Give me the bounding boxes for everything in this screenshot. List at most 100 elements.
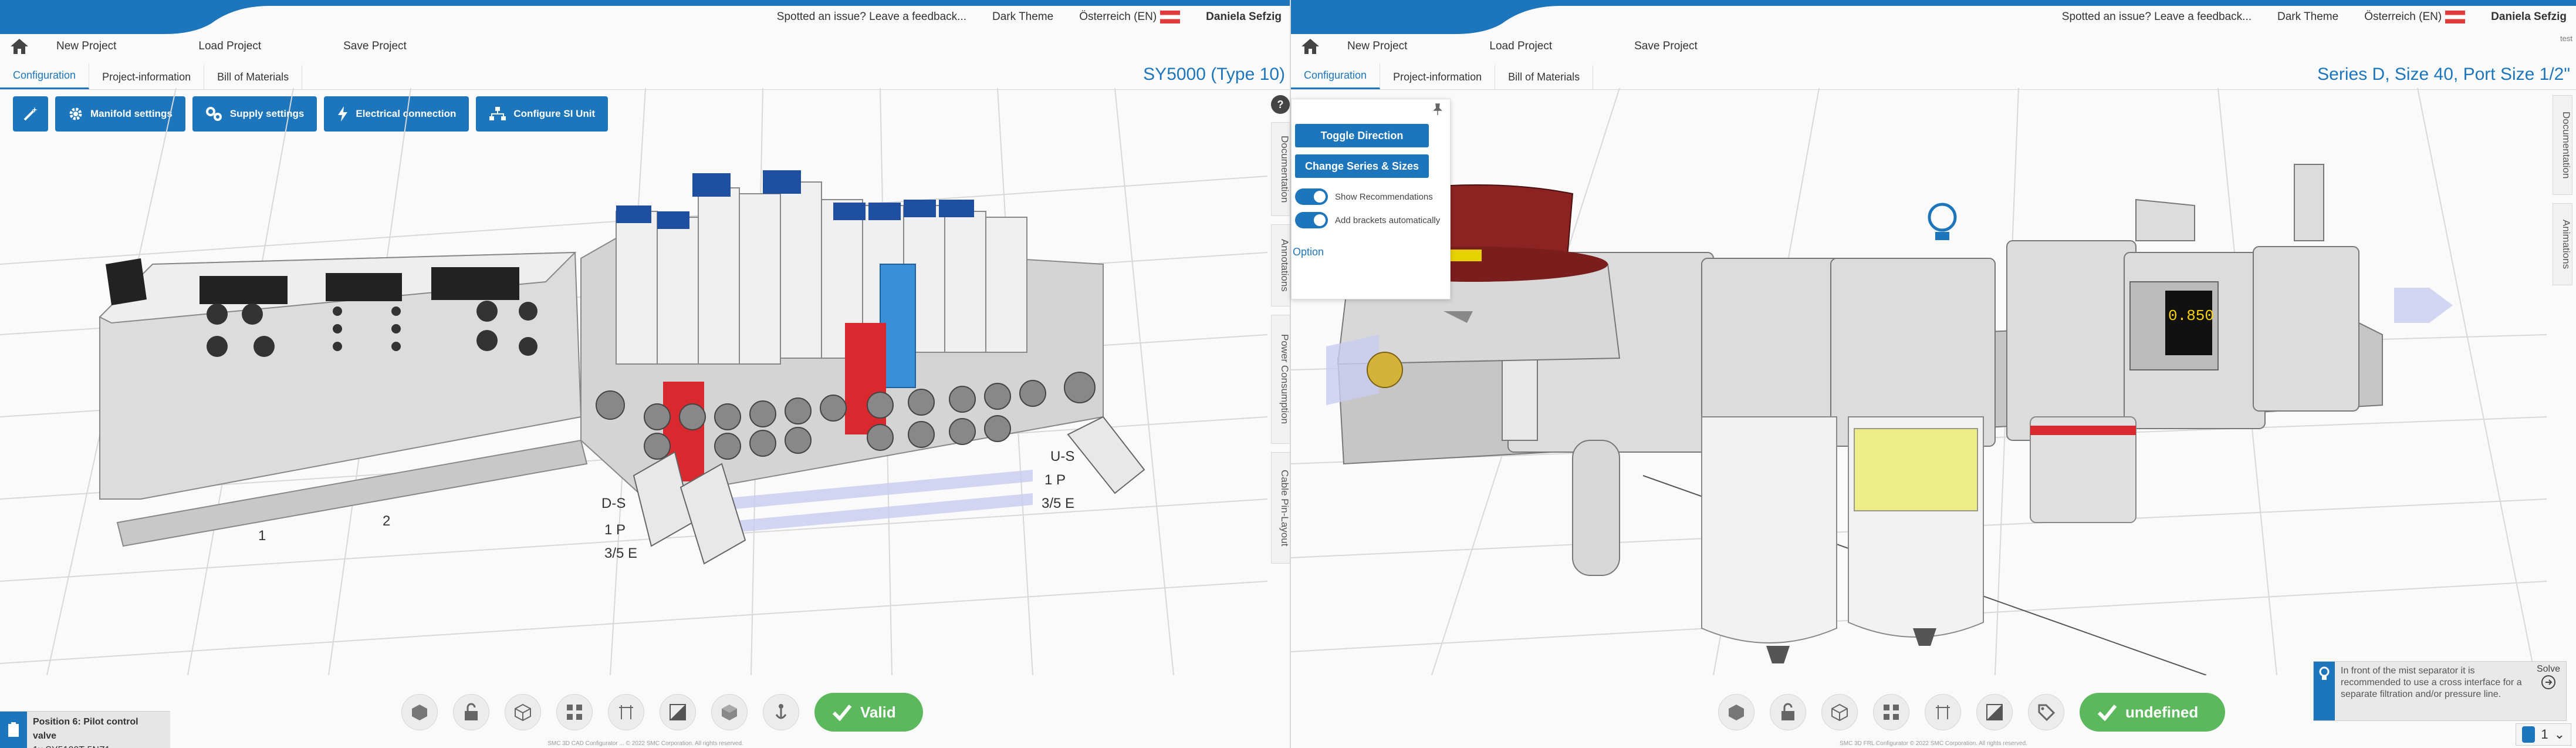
new-project-button[interactable]: New Project bbox=[1347, 40, 1407, 53]
left-configurator-pane: Spotted an issue? Leave a feedback... Da… bbox=[0, 0, 1291, 748]
validation-status-button[interactable]: undefined bbox=[2080, 693, 2226, 732]
tab-project-information[interactable]: Project-information bbox=[1380, 65, 1496, 89]
dimension-icon[interactable] bbox=[608, 694, 644, 730]
left-side-tabs: ? Documentation Annotations Power Consum… bbox=[1271, 95, 1291, 564]
show-recommendations-toggle[interactable] bbox=[1295, 188, 1328, 205]
project-menu-bar: New Project Load Project Save Project bbox=[0, 32, 1291, 61]
home-icon[interactable] bbox=[6, 35, 33, 58]
options-panel: Toggle Direction Change Series & Sizes S… bbox=[1291, 99, 1451, 299]
side-tab-cable-pin-layout[interactable]: Cable Pin-Layout bbox=[1271, 452, 1291, 564]
right-configurator-pane: Spotted an issue? Leave a feedback... Da… bbox=[1291, 0, 2576, 748]
side-tab-documentation[interactable]: Documentation bbox=[1271, 122, 1291, 216]
side-tab-animations[interactable]: Animations bbox=[2553, 203, 2572, 285]
pin-icon[interactable] bbox=[1431, 103, 1444, 116]
user-name[interactable]: Daniela Sefzig bbox=[2491, 11, 2567, 23]
theme-toggle[interactable]: Dark Theme bbox=[2277, 11, 2338, 23]
language-selector[interactable]: Österreich (EN) bbox=[1079, 10, 1181, 23]
tab-project-information[interactable]: Project-information bbox=[89, 65, 205, 89]
unlock-icon[interactable] bbox=[453, 694, 489, 730]
wireframe-cube-icon[interactable] bbox=[505, 694, 541, 730]
theme-toggle[interactable]: Dark Theme bbox=[992, 11, 1053, 23]
add-brackets-toggle[interactable] bbox=[1295, 212, 1328, 228]
add-brackets-row: Add brackets automatically bbox=[1295, 212, 1440, 228]
us-label: U-S bbox=[1050, 449, 1074, 464]
solve-label: Solve bbox=[2536, 664, 2561, 674]
tab-bill-of-materials[interactable]: Bill of Materials bbox=[204, 65, 303, 89]
change-series-sizes-button[interactable]: Change Series & Sizes bbox=[1295, 154, 1429, 178]
unlock-icon[interactable] bbox=[1770, 694, 1806, 730]
language-selector[interactable]: Österreich (EN) bbox=[2364, 10, 2466, 23]
port-label-35e-left: 3/5 E bbox=[604, 545, 637, 561]
explode-icon[interactable] bbox=[1873, 694, 1909, 730]
copyright-text: SMC 3D CAD Configurator ... © 2022 SMC C… bbox=[547, 740, 743, 747]
validation-status-label: undefined bbox=[2125, 703, 2199, 721]
arrow-right-circle-icon bbox=[2541, 675, 2555, 689]
selection-position: Position 6: Pilot control valve bbox=[32, 717, 138, 741]
series-title: SY5000 (Type 10) bbox=[1143, 65, 1285, 84]
port-label-1p-left: 1 P bbox=[604, 522, 626, 538]
top-bar: Spotted an issue? Leave a feedback... Da… bbox=[0, 5, 1291, 29]
tab-bill-of-materials[interactable]: Bill of Materials bbox=[1495, 65, 1594, 89]
project-menu-bar: New Project Load Project Save Project bbox=[1291, 32, 2576, 61]
station-label-2: 2 bbox=[383, 513, 390, 529]
view-controls: Valid bbox=[401, 693, 923, 732]
checkmark-icon bbox=[2097, 705, 2117, 721]
pressure-sensor-display[interactable]: 0.850 bbox=[2129, 281, 2219, 370]
side-tab-annotations[interactable]: Annotations bbox=[1271, 224, 1291, 306]
checkmark-icon bbox=[832, 705, 852, 721]
anchor-person-icon[interactable] bbox=[763, 694, 799, 730]
new-project-button[interactable]: New Project bbox=[56, 40, 116, 53]
validation-status-button[interactable]: Valid bbox=[814, 693, 923, 732]
contrast-icon[interactable] bbox=[1976, 694, 2013, 730]
language-label: Österreich (EN) bbox=[2364, 11, 2442, 23]
feedback-link[interactable]: Spotted an issue? Leave a feedback... bbox=[777, 11, 966, 23]
view-controls: undefined bbox=[1718, 693, 2226, 732]
main-tabs: Configuration Project-information Bill o… bbox=[0, 62, 1291, 90]
side-tab-documentation[interactable]: Documentation bbox=[2553, 95, 2572, 195]
frl-3d-viewport[interactable]: 0.850 bbox=[1291, 88, 2547, 675]
help-icon[interactable]: ? bbox=[1271, 95, 1290, 114]
outlet-arrow bbox=[2394, 288, 2453, 323]
wireframe-cube-icon[interactable] bbox=[1821, 694, 1858, 730]
option-link[interactable]: Option bbox=[1293, 246, 1324, 258]
dimension-icon[interactable] bbox=[1925, 694, 1961, 730]
language-label: Österreich (EN) bbox=[1079, 11, 1157, 23]
show-recommendations-row: Show Recommendations bbox=[1295, 188, 1433, 205]
recommendation-text: In front of the mist separator it is rec… bbox=[2341, 666, 2522, 699]
tag-icon[interactable] bbox=[2028, 694, 2064, 730]
right-side-tabs: Documentation Animations bbox=[2553, 95, 2572, 285]
validation-status-label: Valid bbox=[860, 703, 896, 721]
lightbulb-icon[interactable] bbox=[1928, 203, 1957, 240]
lightbulb-icon bbox=[2314, 662, 2335, 720]
add-brackets-label: Add brackets automatically bbox=[1335, 215, 1441, 225]
load-project-button[interactable]: Load Project bbox=[1489, 40, 1552, 53]
save-project-button[interactable]: Save Project bbox=[1634, 40, 1698, 53]
series-title: Series D, Size 40, Port Size 1/2" bbox=[2317, 65, 2570, 84]
tab-configuration[interactable]: Configuration bbox=[1291, 63, 1381, 89]
port-label-1p-right: 1 P bbox=[1044, 472, 1066, 488]
user-name[interactable]: Daniela Sefzig bbox=[1206, 11, 1282, 23]
austria-flag-icon bbox=[2445, 10, 2466, 23]
shaded-cube-icon[interactable] bbox=[711, 694, 748, 730]
top-bar: Spotted an issue? Leave a feedback... Da… bbox=[1291, 5, 2576, 29]
station-label-1: 1 bbox=[258, 528, 266, 544]
explode-icon[interactable] bbox=[556, 694, 593, 730]
toggle-direction-button[interactable]: Toggle Direction bbox=[1295, 124, 1429, 147]
feedback-link[interactable]: Spotted an issue? Leave a feedback... bbox=[2062, 11, 2252, 23]
manifold-3d-viewport[interactable]: 1 2 D-S 1 P 3/5 E U-S 1 P 3/5 E bbox=[0, 88, 1267, 675]
si-unit-body[interactable] bbox=[99, 251, 588, 547]
tab-configuration[interactable]: Configuration bbox=[0, 63, 90, 89]
solid-cube-icon[interactable] bbox=[1718, 694, 1754, 730]
home-icon[interactable] bbox=[1297, 35, 1324, 58]
side-tab-power-consumption[interactable]: Power Consumption bbox=[1271, 315, 1291, 444]
solid-cube-icon[interactable] bbox=[401, 694, 438, 730]
load-project-button[interactable]: Load Project bbox=[198, 40, 261, 53]
save-project-button[interactable]: Save Project bbox=[343, 40, 407, 53]
port-label-35e-right: 3/5 E bbox=[1042, 496, 1074, 511]
recommendation-hint: In front of the mist separator it is rec… bbox=[2313, 661, 2567, 721]
solve-button[interactable]: Solve bbox=[2531, 662, 2566, 720]
austria-flag-icon bbox=[1160, 10, 1181, 23]
contrast-icon[interactable] bbox=[660, 694, 696, 730]
show-recommendations-label: Show Recommendations bbox=[1335, 191, 1433, 202]
copyright-text: SMC 3D FRL Configurator © 2022 SMC Corpo… bbox=[1840, 740, 2027, 747]
